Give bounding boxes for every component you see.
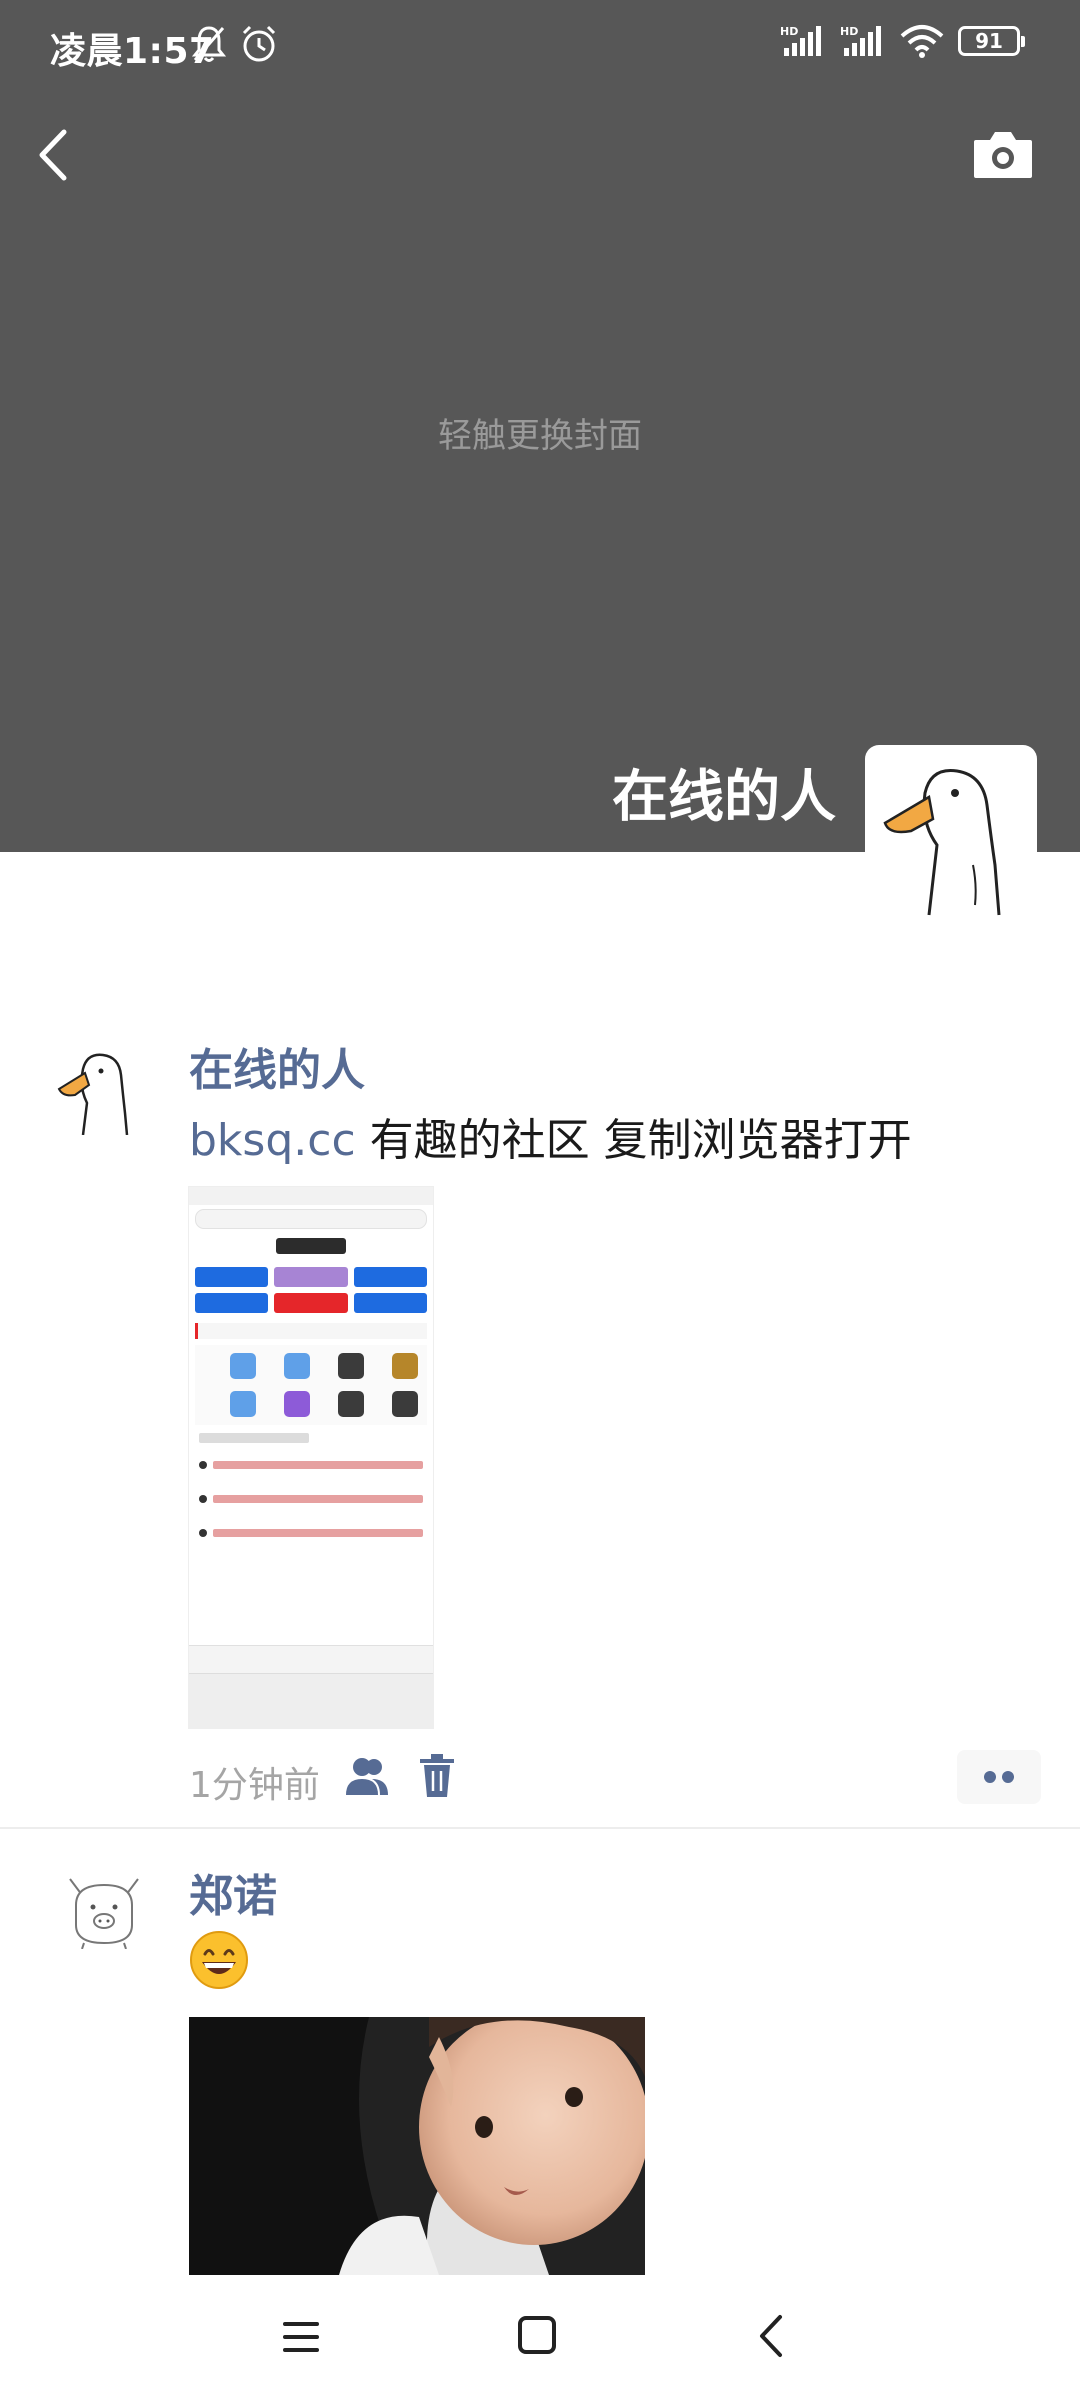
more-icon [984, 1771, 1014, 1783]
hd-signal-icon: HD [780, 25, 821, 56]
battery-icon: 91 [958, 26, 1025, 56]
trash-icon[interactable] [418, 1753, 456, 1799]
post-avatar[interactable] [62, 1865, 146, 1949]
post-text-body: 有趣的社区 复制浏览器打开 [355, 1115, 912, 1166]
profile-avatar[interactable] [865, 745, 1037, 917]
menu-icon[interactable] [281, 2319, 321, 2355]
post-time: 1分钟前 [189, 1765, 320, 1806]
post-divider [0, 1827, 1080, 1829]
post-avatar[interactable] [53, 1043, 145, 1135]
change-cover-hint[interactable]: 轻触更换封面 [0, 408, 1080, 457]
cover-image[interactable]: 凌晨1:57 HD HD 91 轻触更换封面 在线的人 [0, 0, 1080, 852]
status-bar: 凌晨1:57 HD HD 91 [0, 0, 1080, 92]
profile-name: 在线的人 [612, 765, 836, 830]
post-text: bksq.cc 有趣的社区 复制浏览器打开 [189, 1104, 912, 1168]
svg-text:HD: HD [780, 25, 798, 38]
more-button[interactable] [957, 1750, 1041, 1804]
system-nav-bar [0, 2275, 1080, 2400]
home-icon[interactable] [517, 2315, 557, 2355]
status-time: 凌晨1:57 [50, 31, 215, 72]
camera-icon[interactable] [972, 128, 1034, 180]
grinning-face-emoji [190, 1931, 248, 1989]
post-author[interactable]: 郑诺 [189, 1860, 277, 1924]
post-link[interactable]: bksq.cc [189, 1115, 356, 1166]
back-icon[interactable] [756, 2313, 786, 2359]
post-author[interactable]: 在线的人 [189, 1034, 365, 1098]
post-photo[interactable] [189, 2017, 645, 2275]
svg-text:HD: HD [840, 25, 858, 38]
wifi-icon [900, 25, 944, 58]
bell-off-icon [192, 26, 226, 62]
friends-visibility-icon[interactable] [344, 1755, 390, 1797]
post-image[interactable] [189, 1187, 433, 1728]
hd-signal-icon: HD [840, 25, 881, 56]
chevron-left-icon[interactable] [30, 120, 78, 190]
alarm-icon [242, 25, 276, 62]
